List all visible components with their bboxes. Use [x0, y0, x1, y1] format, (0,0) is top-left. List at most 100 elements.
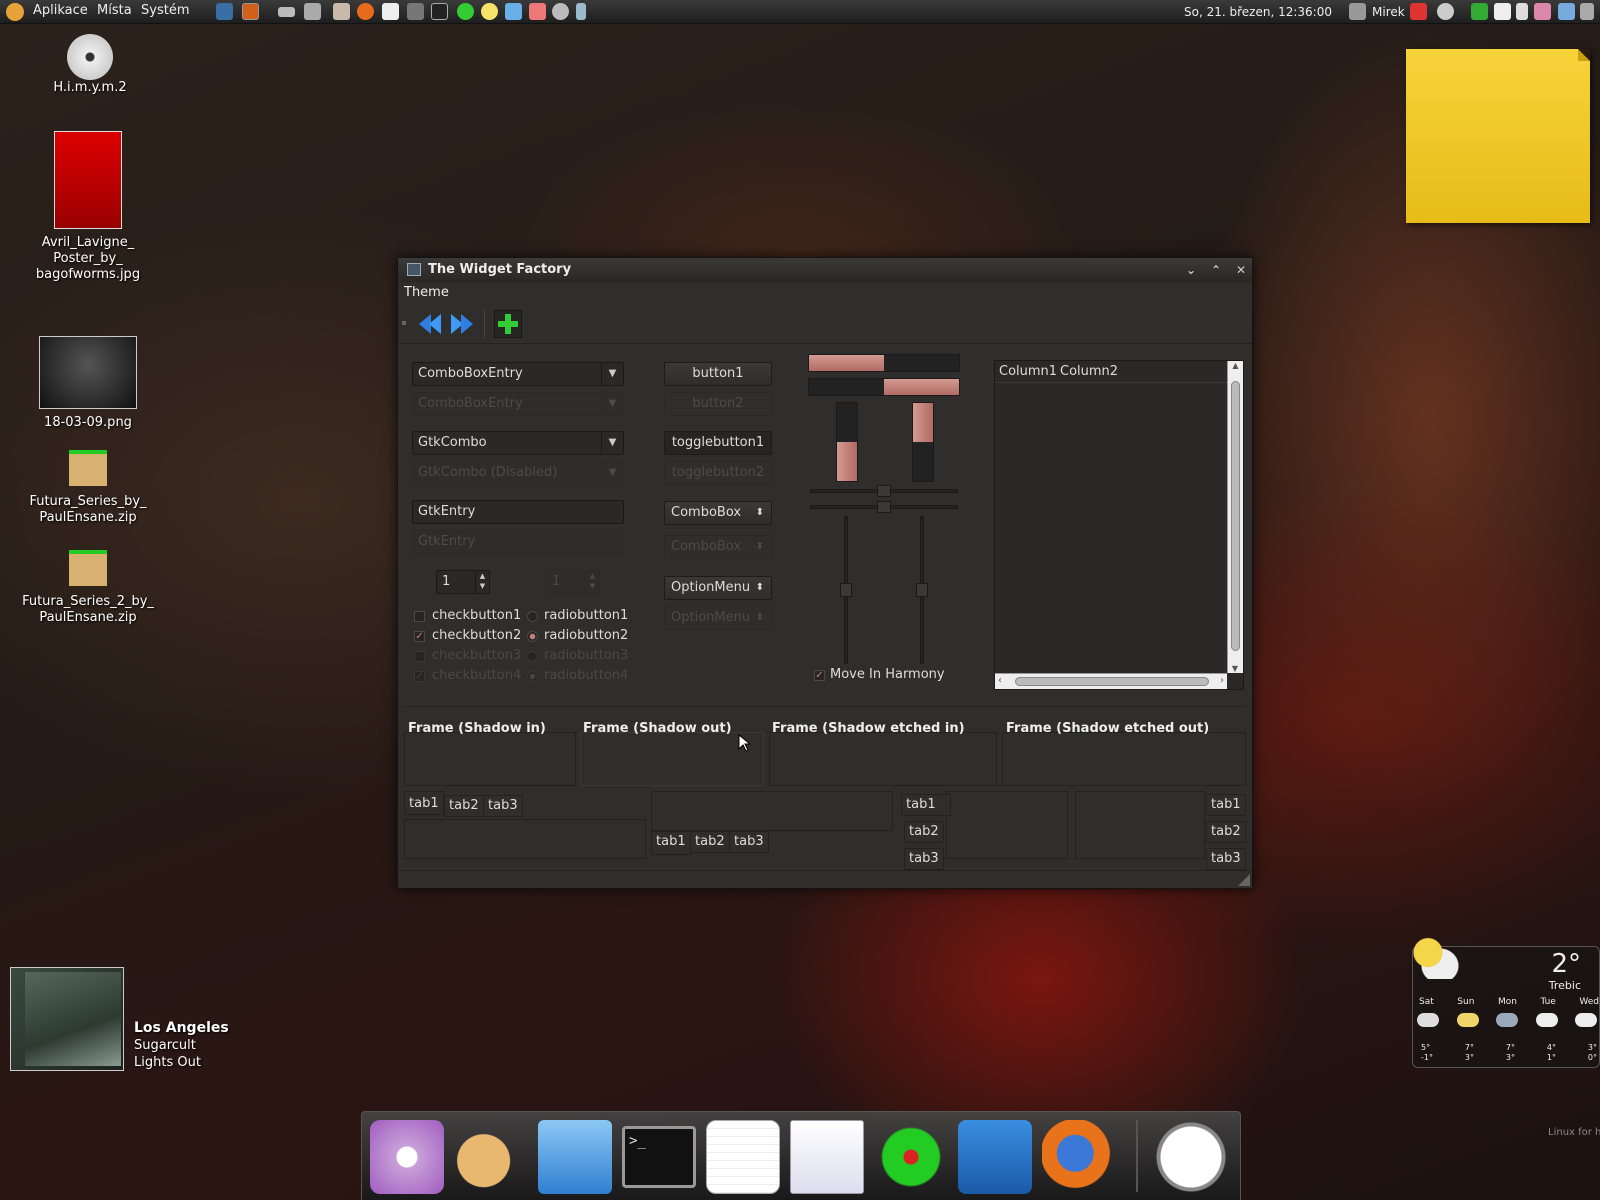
back-button[interactable]	[416, 310, 444, 338]
radiobutton1-circle[interactable]	[527, 611, 538, 622]
checkbutton1-label[interactable]: checkbutton1	[432, 608, 521, 623]
close-button[interactable]: ✕	[1232, 261, 1250, 279]
move-in-harmony-label[interactable]: Move In Harmony	[830, 667, 945, 682]
notebook-top-tab1[interactable]: tab1	[404, 791, 444, 815]
vscale1-thumb[interactable]	[840, 583, 852, 597]
add-button[interactable]	[494, 310, 522, 338]
icq-flower-icon[interactable]	[874, 1120, 948, 1194]
togglebutton1[interactable]: togglebutton1	[664, 431, 772, 455]
hscale2-thumb[interactable]	[877, 501, 891, 513]
notebook-left-tab2[interactable]: tab2	[904, 821, 944, 843]
vertical-scrollbar[interactable]: ▲ ▼	[1227, 361, 1243, 673]
windows-icon[interactable]	[304, 3, 321, 20]
notebook-top-tab3[interactable]: tab3	[483, 795, 523, 817]
file-cabinet-icon[interactable]	[538, 1120, 612, 1194]
column2-header[interactable]: Column2	[1060, 364, 1118, 379]
notebook-right-tab3[interactable]: tab3	[1206, 848, 1246, 870]
sticky-note[interactable]	[1406, 49, 1590, 223]
desktop-icon-screenshot[interactable]: 18-03-09.png	[30, 336, 146, 431]
window-icon[interactable]	[278, 7, 295, 17]
notebook-left-tab1[interactable]: tab1	[901, 794, 951, 816]
hscale2[interactable]	[810, 501, 958, 513]
gtk-entry-text[interactable]: GtkEntry	[418, 504, 475, 519]
disc-icon[interactable]	[1437, 3, 1454, 20]
chat-icon[interactable]	[1471, 3, 1488, 20]
checkbutton2-box[interactable]: ✓	[414, 631, 425, 642]
scroll-right-icon[interactable]: ›	[1220, 675, 1224, 686]
combobox[interactable]: ComboBox ⬍	[664, 501, 772, 525]
flame-icon[interactable]	[529, 3, 546, 20]
option-menu[interactable]: OptionMenu ⬍	[664, 576, 772, 600]
radiobutton2-label[interactable]: radiobutton2	[544, 628, 628, 643]
music-widget[interactable]	[10, 967, 124, 1071]
sketch-icon[interactable]	[958, 1120, 1032, 1194]
volume-icon[interactable]	[1580, 3, 1594, 20]
mail-tray-icon[interactable]	[1494, 3, 1511, 20]
bulb-icon[interactable]	[481, 3, 498, 20]
clock[interactable]: So, 21. březen, 12:36:00	[1184, 5, 1332, 19]
browser-icon[interactable]	[357, 3, 374, 20]
desktop-icon[interactable]	[216, 3, 233, 20]
checkbutton2-label[interactable]: checkbutton2	[432, 628, 521, 643]
chevron-down-icon[interactable]: ▼	[601, 363, 623, 385]
paint-icon[interactable]	[454, 1120, 528, 1194]
icq-icon[interactable]	[457, 3, 474, 20]
spin-arrows-icon[interactable]: ▲ ▼	[475, 571, 489, 593]
maximize-button[interactable]: ⌃	[1207, 261, 1225, 279]
column1-header[interactable]: Column1	[999, 364, 1057, 379]
updown-arrows-icon[interactable]: ⬍	[756, 502, 764, 524]
horizontal-scrollbar[interactable]: ‹ ›	[995, 673, 1227, 689]
vscale2[interactable]	[916, 516, 928, 664]
phone-icon[interactable]	[576, 3, 586, 20]
vertical-scroll-thumb[interactable]	[1231, 381, 1240, 651]
terminal-icon[interactable]: >_	[622, 1126, 696, 1188]
weather-widget[interactable]: 2° Trebic Sat Sun Mon Tue Wed 5° -1° 7° 3°…	[1407, 935, 1600, 1068]
menu-theme[interactable]: Theme	[404, 285, 449, 300]
notebook-right-tab1[interactable]: tab1	[1206, 794, 1246, 816]
lock-icon[interactable]	[1516, 3, 1528, 20]
sun-icon[interactable]	[1534, 3, 1551, 20]
notebook-right-tab2[interactable]: tab2	[1206, 821, 1246, 843]
signal-icon[interactable]	[1558, 3, 1575, 20]
clock-icon[interactable]	[1154, 1120, 1228, 1194]
radiobutton1-label[interactable]: radiobutton1	[544, 608, 628, 623]
desktop-icon-dvd[interactable]: H.i.m.y.m.2	[40, 34, 140, 96]
vscale1[interactable]	[840, 516, 852, 664]
button1[interactable]: button1	[664, 362, 772, 386]
radiobutton2-circle[interactable]	[527, 631, 538, 642]
gear-icon[interactable]	[552, 3, 569, 20]
user-name[interactable]: Mirek	[1372, 5, 1405, 19]
tree-view[interactable]: Column1 Column2 ▲ ▼ ‹ ›	[994, 360, 1244, 690]
notebook-bottom-tab2[interactable]: tab2	[690, 831, 730, 853]
notebook-left-tab3[interactable]: tab3	[904, 848, 944, 870]
firefox-launcher-icon[interactable]	[242, 3, 259, 20]
spin-button[interactable]: 1 ▲ ▼	[436, 570, 490, 594]
mail-icon[interactable]	[382, 3, 399, 20]
scroll-left-icon[interactable]: ‹	[998, 675, 1002, 686]
system-settings-icon[interactable]	[370, 1120, 444, 1194]
menu-places[interactable]: Místa	[97, 3, 132, 18]
notebook-bottom-tab3[interactable]: tab3	[729, 831, 769, 853]
desktop-icon-futura[interactable]: Futura_Series_by_ PaulEnsane.zip	[22, 450, 154, 526]
tool-icon[interactable]	[407, 3, 424, 20]
gnome-foot-icon[interactable]	[6, 3, 24, 21]
spin-value[interactable]: 1	[442, 574, 450, 589]
combobox-entry-text[interactable]: ComboBoxEntry	[418, 366, 523, 381]
option-menu-text[interactable]: OptionMenu	[671, 580, 750, 595]
resize-grip-icon[interactable]	[1238, 874, 1250, 886]
notebook-bottom-tab1[interactable]: tab1	[651, 831, 691, 855]
title-bar[interactable]: The Widget Factory ⌄ ⌃ ✕	[398, 258, 1252, 282]
desktop-icon-futura2[interactable]: Futura_Series_2_by_ PaulEnsane.zip	[18, 550, 158, 626]
chevron-down-icon[interactable]: ▼	[601, 432, 623, 454]
gtkcombo[interactable]: GtkCombo ▼	[412, 431, 624, 455]
hscale1-thumb[interactable]	[877, 485, 891, 497]
menu-applications[interactable]: Aplikace	[33, 3, 88, 18]
box-icon[interactable]	[333, 3, 350, 20]
terminal-icon[interactable]	[431, 3, 448, 20]
horizontal-scroll-thumb[interactable]	[1015, 677, 1209, 686]
updown-arrows-icon[interactable]: ⬍	[756, 577, 764, 599]
menu-system[interactable]: Systém	[141, 3, 189, 18]
move-in-harmony-check[interactable]: ✓	[814, 670, 825, 681]
screenshot-icon[interactable]	[790, 1120, 864, 1194]
firefox-icon[interactable]	[1042, 1120, 1116, 1194]
